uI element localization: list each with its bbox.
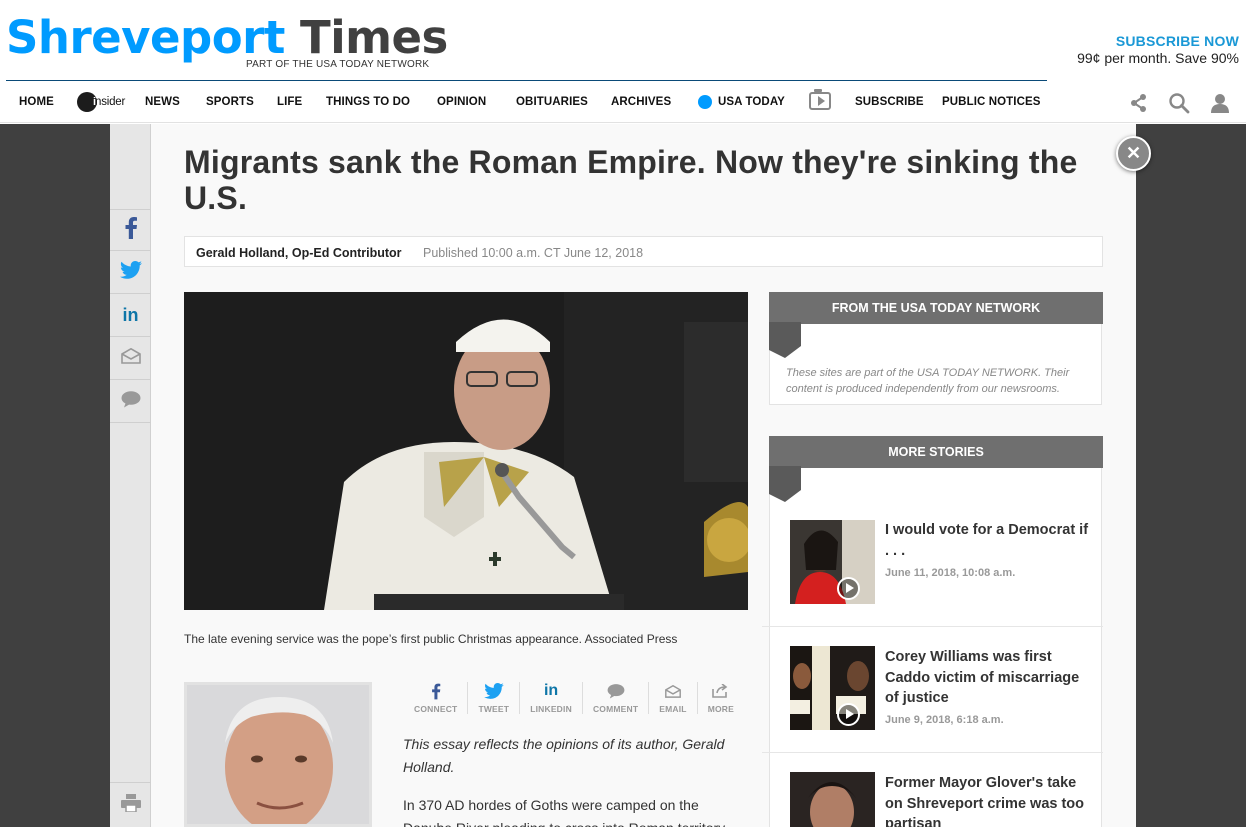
story-item[interactable]: Former Mayor Glover's take on Shreveport… bbox=[769, 753, 1103, 827]
share-comment-label: COMMENT bbox=[592, 704, 639, 714]
nav-life[interactable]: LIFE bbox=[277, 96, 302, 108]
search-icon[interactable] bbox=[1168, 92, 1190, 114]
comment-icon bbox=[121, 390, 141, 413]
nav-subscribe[interactable]: SUBSCRIBE bbox=[855, 96, 924, 108]
network-panel-title: FROM THE USA TODAY NETWORK bbox=[769, 292, 1103, 324]
ribbon-fold-decoration bbox=[769, 466, 801, 502]
story-thumbnail bbox=[790, 520, 875, 604]
photo-caption: The late evening service was the pope’s … bbox=[184, 632, 678, 646]
nav-things-to-do[interactable]: THINGS TO DO bbox=[326, 96, 410, 108]
print-icon bbox=[120, 793, 141, 817]
nav-opinion[interactable]: OPINION bbox=[437, 96, 486, 108]
site-logo[interactable]: Shreveport Times PART OF THE USA TODAY N… bbox=[6, 11, 448, 71]
comment-icon bbox=[607, 682, 625, 700]
insider-logo-icon: i bbox=[77, 92, 97, 112]
nav-sports[interactable]: SPORTS bbox=[206, 96, 254, 108]
rail-facebook-button[interactable] bbox=[110, 209, 151, 251]
more-stories-title: MORE STORIES bbox=[769, 436, 1103, 468]
story-thumbnail bbox=[790, 772, 875, 827]
subscribe-now-label[interactable]: SUBSCRIBE NOW bbox=[1077, 33, 1239, 49]
share-connect-label: CONNECT bbox=[414, 704, 458, 714]
byline: Gerald Holland, Op-Ed Contributor Publis… bbox=[184, 236, 1103, 267]
story-title[interactable]: Corey Williams was first Caddo victim of… bbox=[885, 647, 1090, 709]
article-body-line: In 370 AD hordes of Goths were camped on… bbox=[403, 797, 699, 813]
nav-obituaries[interactable]: OBITUARIES bbox=[516, 96, 588, 108]
byline-published: Published 10:00 a.m. CT June 12, 2018 bbox=[423, 246, 644, 260]
rail-twitter-button[interactable] bbox=[110, 252, 151, 294]
rail-comment-button[interactable] bbox=[110, 381, 151, 423]
opinion-disclaimer: This essay reflects the opinions of its … bbox=[403, 736, 725, 775]
more-share-icon bbox=[712, 682, 729, 700]
nav-public-notices[interactable]: PUBLIC NOTICES bbox=[942, 96, 1041, 108]
story-thumbnail bbox=[790, 646, 875, 730]
linkedin-icon: in bbox=[543, 682, 559, 699]
facebook-icon bbox=[124, 216, 138, 244]
nav-archives[interactable]: ARCHIVES bbox=[611, 96, 671, 108]
story-item[interactable]: Corey Williams was first Caddo victim of… bbox=[769, 627, 1103, 753]
twitter-icon bbox=[484, 682, 504, 700]
share-linkedin-button[interactable]: in LINKEDIN bbox=[520, 682, 583, 714]
author-headshot bbox=[184, 682, 372, 827]
nav-news[interactable]: NEWS bbox=[145, 96, 180, 108]
insider-label: nsider bbox=[95, 96, 126, 108]
network-note: These sites are part of the USA TODAY NE… bbox=[786, 367, 1070, 395]
nav-usa-today[interactable]: USA TODAY bbox=[718, 96, 785, 108]
share-connect-button[interactable]: CONNECT bbox=[404, 682, 469, 714]
share-more-button[interactable]: MORE bbox=[698, 682, 744, 714]
article-headline: Migrants sank the Roman Empire. Now they… bbox=[184, 144, 1078, 216]
logo-city: Shreveport bbox=[6, 11, 285, 64]
linkedin-icon: in bbox=[122, 305, 139, 325]
network-tagline: PART OF THE USA TODAY NETWORK bbox=[246, 59, 430, 70]
share-tweet-label: TWEET bbox=[478, 704, 510, 714]
article-body-line: Danube River pleading to cross into Roma… bbox=[403, 817, 753, 827]
share-more-label: MORE bbox=[707, 704, 735, 714]
hero-photo[interactable] bbox=[184, 292, 748, 610]
close-icon: ✕ bbox=[1125, 143, 1142, 163]
story-title[interactable]: I would vote for a Democrat if . . . bbox=[885, 520, 1090, 561]
rail-linkedin-button[interactable]: in bbox=[110, 295, 151, 337]
subscribe-promo[interactable]: SUBSCRIBE NOW 99¢ per month. Save 90% bbox=[1077, 33, 1239, 66]
email-icon bbox=[120, 347, 141, 369]
rail-print-button[interactable] bbox=[110, 782, 151, 827]
ribbon-fold-decoration bbox=[769, 322, 801, 358]
story-title[interactable]: Former Mayor Glover's take on Shreveport… bbox=[885, 773, 1090, 827]
logo-paper: Times bbox=[300, 11, 448, 64]
facebook-icon bbox=[431, 682, 441, 700]
twitter-icon bbox=[119, 261, 142, 284]
share-linkedin-label: LINKEDIN bbox=[530, 704, 572, 714]
play-video-icon bbox=[837, 577, 860, 600]
byline-author: Gerald Holland, Op-Ed Contributor bbox=[196, 246, 402, 260]
story-date: June 9, 2018, 6:18 a.m. bbox=[885, 714, 1004, 726]
share-tweet-button[interactable]: TWEET bbox=[468, 682, 521, 714]
subscribe-price[interactable]: 99¢ per month. Save 90% bbox=[1077, 50, 1239, 66]
share-rail: in bbox=[110, 124, 151, 827]
share-email-label: EMAIL bbox=[659, 704, 687, 714]
nav-home[interactable]: HOME bbox=[19, 96, 54, 108]
main-nav: HOME i nsider NEWS SPORTS LIFE THINGS TO … bbox=[0, 82, 1246, 123]
nav-insider[interactable]: i nsider bbox=[77, 92, 125, 112]
close-modal-button[interactable]: ✕ bbox=[1116, 136, 1151, 171]
video-camera-icon[interactable] bbox=[809, 89, 831, 110]
share-comment-button[interactable]: COMMENT bbox=[583, 682, 650, 714]
share-email-button[interactable]: EMAIL bbox=[649, 682, 698, 714]
play-video-icon bbox=[837, 703, 860, 726]
share-network-icon[interactable] bbox=[1128, 92, 1150, 114]
article-share-row: CONNECT TWEET in LINKEDIN COMMENT EMAIL … bbox=[404, 682, 744, 714]
user-icon[interactable] bbox=[1209, 92, 1231, 114]
story-item[interactable]: I would vote for a Democrat if . . . Jun… bbox=[769, 500, 1103, 626]
usa-today-dot-icon bbox=[698, 95, 712, 109]
masthead-divider bbox=[6, 80, 1047, 81]
story-date: June 11, 2018, 10:08 a.m. bbox=[885, 567, 1016, 579]
rail-email-button[interactable] bbox=[110, 338, 151, 380]
email-icon bbox=[665, 682, 681, 700]
